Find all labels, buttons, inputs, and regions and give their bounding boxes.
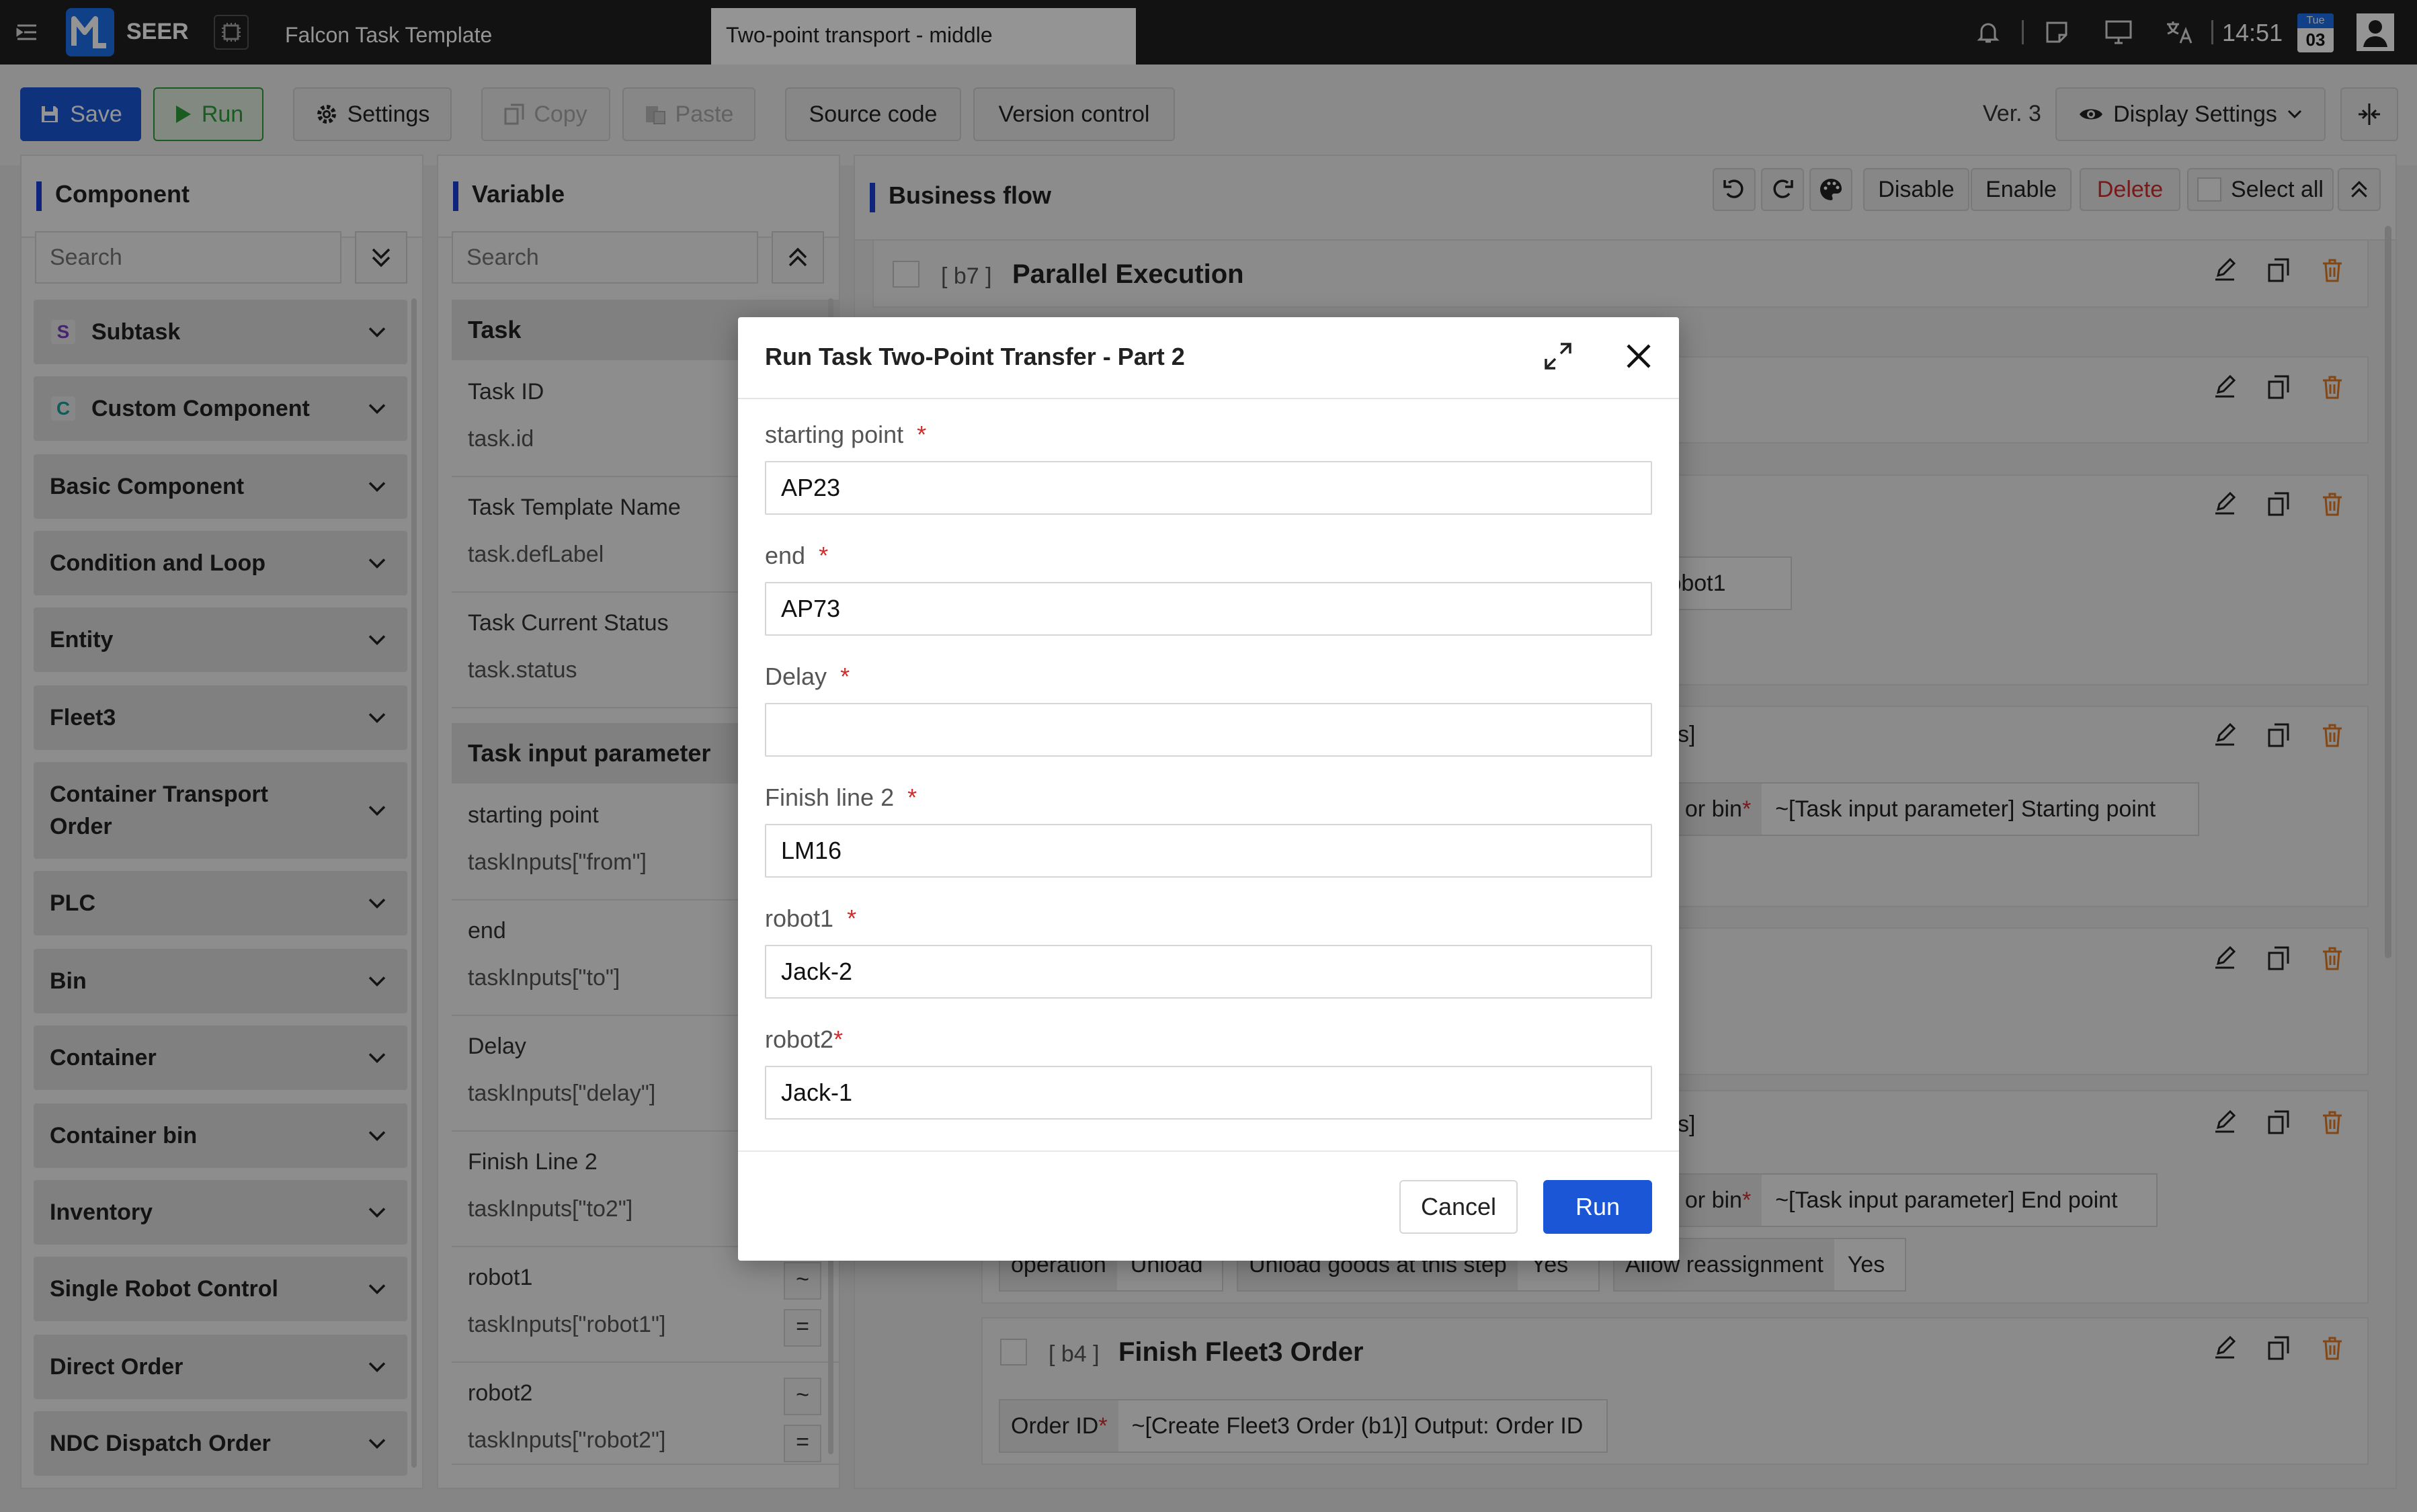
dialog-header-divider: [738, 398, 1679, 399]
field-label: starting point *: [765, 421, 927, 448]
field-input[interactable]: [765, 703, 1652, 757]
field-label: robot2*: [765, 1025, 844, 1053]
cancel-button[interactable]: Cancel: [1399, 1180, 1518, 1234]
field-label: Delay *: [765, 663, 850, 690]
dialog-title: Run Task Two-Point Transfer - Part 2: [765, 343, 1185, 370]
expand-icon[interactable]: [1542, 340, 1574, 376]
field-input[interactable]: [765, 824, 1652, 878]
dialog-footer-divider: [738, 1150, 1679, 1152]
field-label: robot1 *: [765, 905, 857, 932]
run-confirm-button[interactable]: Run: [1543, 1180, 1652, 1234]
field-label: end *: [765, 542, 829, 569]
field-input[interactable]: [765, 945, 1652, 999]
field-input[interactable]: [765, 461, 1652, 515]
close-icon[interactable]: [1624, 341, 1653, 374]
field-input[interactable]: [765, 582, 1652, 636]
run-task-dialog: Run Task Two-Point Transfer - Part 2 sta…: [738, 317, 1679, 1261]
field-label: Finish line 2 *: [765, 784, 917, 811]
field-input[interactable]: [765, 1066, 1652, 1120]
